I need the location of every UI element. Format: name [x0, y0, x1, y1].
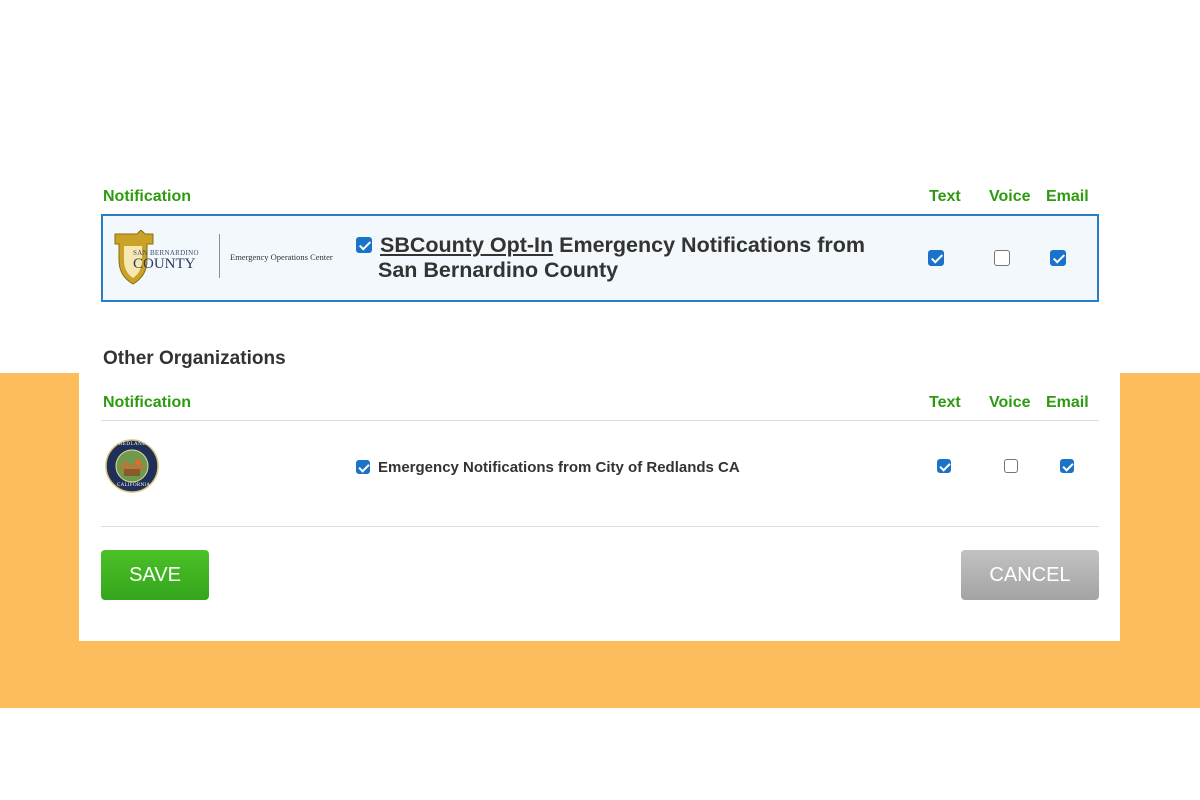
divider-top: [101, 420, 1099, 421]
redlands-notification-label: Emergency Notifications from City of Red…: [378, 459, 740, 476]
col-header-text: Text: [929, 188, 961, 205]
col-header-text-2: Text: [929, 394, 961, 411]
redlands-subscribe-checkbox[interactable]: [356, 460, 370, 474]
redlands-seal-bottom-text: CALIFORNIA: [117, 483, 151, 488]
col-header-email: Email: [1046, 188, 1089, 205]
save-button[interactable]: SAVE: [101, 550, 209, 600]
col-header-notification: Notification: [103, 188, 191, 205]
col-header-notification-2: Notification: [103, 394, 191, 411]
logo-divider: [219, 234, 220, 278]
preferences-card: [79, 0, 1120, 641]
sbcounty-optin-link[interactable]: SBCounty Opt-In: [380, 233, 553, 257]
sbcounty-logo: SAN BERNARDINO COUNTY Emergency Operatio…: [109, 230, 333, 286]
redlands-voice-checkbox[interactable]: [1004, 459, 1018, 473]
featured-voice-checkbox[interactable]: [994, 250, 1010, 266]
featured-subscribe-checkbox[interactable]: [356, 237, 372, 253]
redlands-seal: REDLANDS CALIFORNIA: [104, 438, 160, 494]
redlands-text-checkbox[interactable]: [937, 459, 951, 473]
featured-title-line1: SBCounty Opt-In Emergency Notifications …: [380, 233, 865, 258]
redlands-seal-top-text: REDLANDS: [119, 442, 150, 447]
cancel-button[interactable]: CANCEL: [961, 550, 1099, 600]
col-header-voice: Voice: [989, 188, 1031, 205]
col-header-email-2: Email: [1046, 394, 1089, 411]
background-footer: [0, 708, 1200, 800]
featured-text-checkbox[interactable]: [928, 250, 944, 266]
featured-email-checkbox[interactable]: [1050, 250, 1066, 266]
other-organizations-heading: Other Organizations: [103, 348, 286, 369]
col-header-voice-2: Voice: [989, 394, 1031, 411]
redlands-email-checkbox[interactable]: [1060, 459, 1074, 473]
divider-bottom: [101, 526, 1099, 527]
county-logo-subtitle: Emergency Operations Center: [230, 252, 333, 262]
featured-title-rest: Emergency Notifications from: [553, 233, 865, 257]
county-logo-line2: COUNTY: [133, 256, 196, 272]
featured-title-line2: San Bernardino County: [378, 258, 619, 282]
